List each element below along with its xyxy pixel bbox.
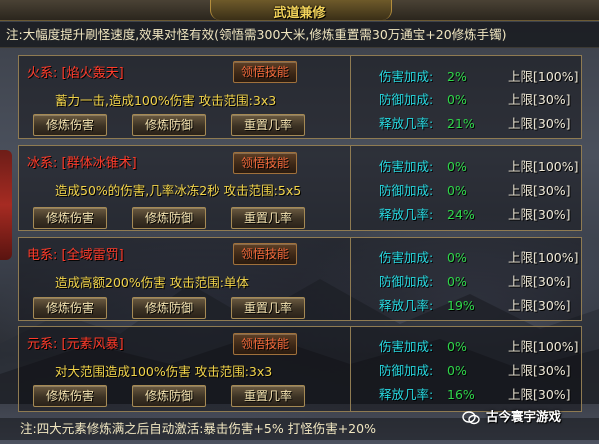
element-type: 火系: (27, 66, 58, 81)
stats-section: 伤害加成: 0% 上限[100%] 防御加成: 0% 上限[30%] 释放几率:… (351, 327, 581, 411)
watermark: 古今寰宇游戏 (462, 406, 561, 428)
damage-bonus-row: 伤害加成: 0% 上限[100%] (351, 247, 581, 269)
defense-bonus-value: 0% (447, 363, 467, 378)
learn-skill-button[interactable]: 领悟技能 (233, 61, 297, 83)
title-bar: 武道兼修 (0, 0, 599, 21)
damage-bonus-value: 0% (447, 339, 467, 354)
train-defense-button[interactable]: 修炼防御 (132, 385, 206, 407)
damage-bonus-label: 伤害加成: (379, 159, 434, 174)
release-chance-limit: 上限[30%] (508, 207, 571, 222)
defense-bonus-value: 0% (447, 274, 467, 289)
damage-bonus-label: 伤害加成: (379, 69, 434, 84)
defense-bonus-value: 0% (447, 183, 467, 198)
learn-skill-button[interactable]: 领悟技能 (233, 243, 297, 265)
skill-description: 蓄力一击,造成100%伤害 攻击范围:3x3 (55, 93, 277, 108)
element-panel-ice: 冰系: [群体冰锥术] 领悟技能 造成50%的伤害,几率冰冻2秒 攻击范围:5x… (18, 145, 582, 231)
skill-name: [全域雷罚] (61, 248, 124, 263)
wechat-icon (462, 410, 480, 424)
skill-description: 造成50%的伤害,几率冰冻2秒 攻击范围:5x5 (55, 183, 302, 198)
damage-bonus-limit: 上限[100%] (508, 159, 579, 174)
red-tassel-decoration (0, 150, 12, 260)
release-chance-limit: 上限[30%] (508, 116, 571, 131)
defense-bonus-row: 防御加成: 0% 上限[30%] (351, 180, 581, 202)
stats-section: 伤害加成: 0% 上限[100%] 防御加成: 0% 上限[30%] 释放几率:… (351, 238, 581, 320)
skill-section: 元系: [元素风暴] 领悟技能 对大范围造成100%伤害 攻击范围:3x3 修炼… (19, 327, 351, 411)
element-label: 火系: [焰火轰天] (27, 62, 124, 81)
damage-bonus-row: 伤害加成: 2% 上限[100%] (351, 66, 581, 88)
defense-bonus-label: 防御加成: (379, 274, 434, 289)
element-panel-elemental: 元系: [元素风暴] 领悟技能 对大范围造成100%伤害 攻击范围:3x3 修炼… (18, 326, 582, 412)
skill-description: 造成高额200%伤害 攻击范围:单体 (55, 275, 249, 290)
reset-chance-button[interactable]: 重置几率 (231, 114, 305, 136)
release-chance-label: 释放几率: (379, 387, 434, 402)
reset-chance-button[interactable]: 重置几率 (231, 297, 305, 319)
skill-name: [焰火轰天] (61, 66, 124, 81)
skill-name: [群体冰锥术] (61, 156, 137, 171)
release-chance-value: 16% (447, 387, 475, 402)
release-chance-label: 释放几率: (379, 207, 434, 222)
damage-bonus-value: 0% (447, 250, 467, 265)
element-label: 元系: [元素风暴] (27, 333, 124, 352)
element-panel-lightning: 电系: [全域雷罚] 领悟技能 造成高额200%伤害 攻击范围:单体 修炼伤害 … (18, 237, 582, 321)
learn-skill-button[interactable]: 领悟技能 (233, 152, 297, 174)
defense-bonus-limit: 上限[30%] (508, 363, 571, 378)
damage-bonus-label: 伤害加成: (379, 339, 434, 354)
defense-bonus-limit: 上限[30%] (508, 92, 571, 107)
skill-section: 电系: [全域雷罚] 领悟技能 造成高额200%伤害 攻击范围:单体 修炼伤害 … (19, 238, 351, 320)
train-defense-button[interactable]: 修炼防御 (132, 297, 206, 319)
skill-description: 对大范围造成100%伤害 攻击范围:3x3 (55, 364, 273, 379)
element-type: 电系: (27, 248, 58, 263)
damage-bonus-row: 伤害加成: 0% 上限[100%] (351, 156, 581, 178)
element-type: 元系: (27, 337, 58, 352)
defense-bonus-value: 0% (447, 92, 467, 107)
watermark-text: 古今寰宇游戏 (486, 409, 562, 424)
release-chance-value: 24% (447, 207, 475, 222)
release-chance-limit: 上限[30%] (508, 387, 571, 402)
window-title: 武道兼修 (273, 6, 326, 21)
release-chance-row: 释放几率: 24% 上限[30%] (351, 204, 581, 226)
defense-bonus-label: 防御加成: (379, 183, 434, 198)
skill-name: [元素风暴] (61, 337, 124, 352)
release-chance-row: 释放几率: 21% 上限[30%] (351, 113, 581, 135)
release-chance-value: 21% (447, 116, 475, 131)
train-damage-button[interactable]: 修炼伤害 (33, 385, 107, 407)
reset-chance-button[interactable]: 重置几率 (231, 207, 305, 229)
train-damage-button[interactable]: 修炼伤害 (33, 207, 107, 229)
stats-section: 伤害加成: 0% 上限[100%] 防御加成: 0% 上限[30%] 释放几率:… (351, 146, 581, 230)
element-panel-fire: 火系: [焰火轰天] 领悟技能 蓄力一击,造成100%伤害 攻击范围:3x3 修… (18, 55, 582, 139)
damage-bonus-limit: 上限[100%] (508, 69, 579, 84)
skill-section: 冰系: [群体冰锥术] 领悟技能 造成50%的伤害,几率冰冻2秒 攻击范围:5x… (19, 146, 351, 230)
release-chance-row: 释放几率: 19% 上限[30%] (351, 295, 581, 317)
element-label: 冰系: [群体冰锥术] (27, 152, 137, 171)
defense-bonus-limit: 上限[30%] (508, 183, 571, 198)
train-damage-button[interactable]: 修炼伤害 (33, 114, 107, 136)
damage-bonus-row: 伤害加成: 0% 上限[100%] (351, 336, 581, 358)
element-type: 冰系: (27, 156, 58, 171)
train-defense-button[interactable]: 修炼防御 (132, 207, 206, 229)
release-chance-value: 19% (447, 298, 475, 313)
defense-bonus-label: 防御加成: (379, 363, 434, 378)
train-damage-button[interactable]: 修炼伤害 (33, 297, 107, 319)
damage-bonus-limit: 上限[100%] (508, 250, 579, 265)
reset-chance-button[interactable]: 重置几率 (231, 385, 305, 407)
release-chance-label: 释放几率: (379, 298, 434, 313)
release-chance-limit: 上限[30%] (508, 298, 571, 313)
damage-bonus-value: 0% (447, 159, 467, 174)
release-chance-row: 释放几率: 16% 上限[30%] (351, 384, 581, 406)
defense-bonus-row: 防御加成: 0% 上限[30%] (351, 360, 581, 382)
defense-bonus-limit: 上限[30%] (508, 274, 571, 289)
top-note: 注:大幅度提升刷怪速度,效果对怪有效(领悟需300大米,修炼重置需30万通宝+2… (0, 22, 599, 48)
defense-bonus-row: 防御加成: 0% 上限[30%] (351, 89, 581, 111)
defense-bonus-row: 防御加成: 0% 上限[30%] (351, 271, 581, 293)
release-chance-label: 释放几率: (379, 116, 434, 131)
train-defense-button[interactable]: 修炼防御 (132, 114, 206, 136)
stats-section: 伤害加成: 2% 上限[100%] 防御加成: 0% 上限[30%] 释放几率:… (351, 56, 581, 138)
damage-bonus-limit: 上限[100%] (508, 339, 579, 354)
damage-bonus-value: 2% (447, 69, 467, 84)
defense-bonus-label: 防御加成: (379, 92, 434, 107)
element-label: 电系: [全域雷罚] (27, 244, 124, 263)
skill-section: 火系: [焰火轰天] 领悟技能 蓄力一击,造成100%伤害 攻击范围:3x3 修… (19, 56, 351, 138)
damage-bonus-label: 伤害加成: (379, 250, 434, 265)
learn-skill-button[interactable]: 领悟技能 (233, 333, 297, 355)
